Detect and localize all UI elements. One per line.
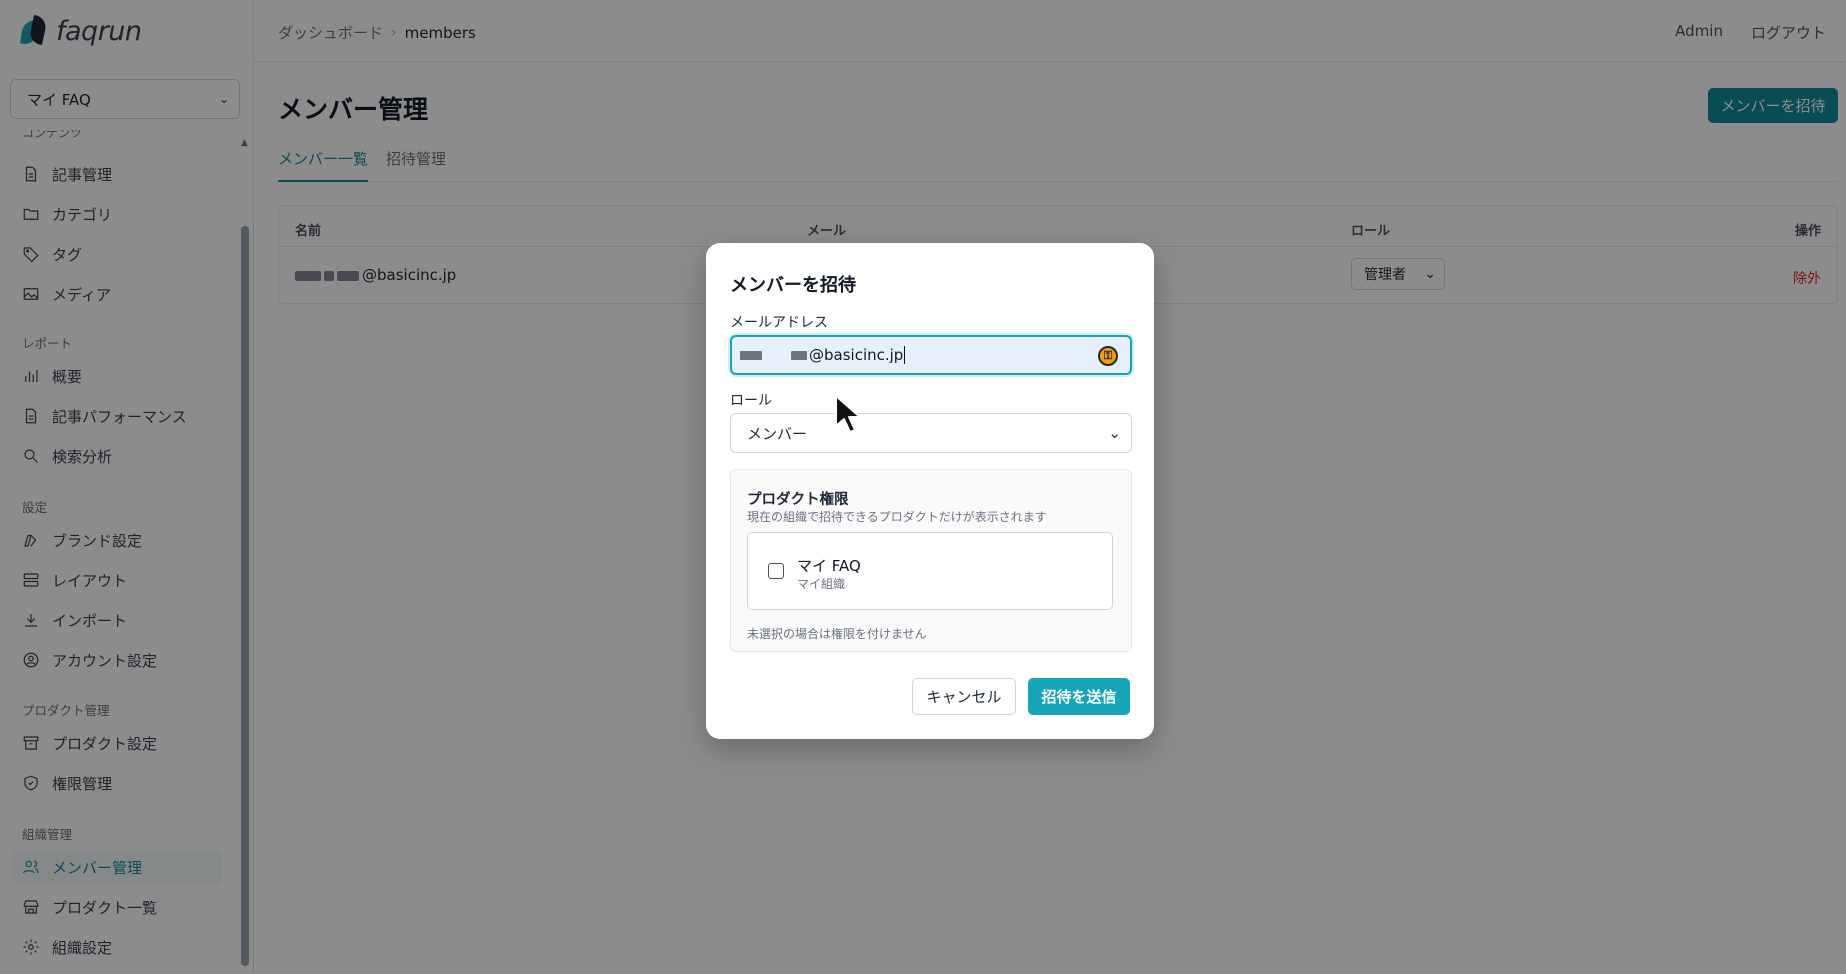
role-label: ロール <box>730 393 772 409</box>
product-permissions-title: プロダクト権限 <box>747 492 849 508</box>
email-input-value: @basicinc.jp <box>809 345 904 364</box>
chevron-down-icon: ⌄ <box>1108 424 1121 442</box>
product-permissions-panel: プロダクト権限 現在の組織で招待できるプロダクトだけが表示されます マイ FAQ… <box>730 469 1132 652</box>
product-permission-list: マイ FAQ マイ組織 <box>747 532 1113 610</box>
invite-member-modal: メンバーを招待 メールアドレス @basicinc.jp ⚿ ロール メンバー … <box>706 243 1154 739</box>
modal-title: メンバーを招待 <box>730 275 856 296</box>
product-org: マイ組織 <box>797 577 846 591</box>
role-select-value: メンバー <box>747 424 808 443</box>
password-manager-icon[interactable]: ⚿ <box>1098 346 1118 366</box>
product-checkbox[interactable] <box>768 563 784 579</box>
mouse-cursor-icon <box>835 395 861 433</box>
product-permissions-note: 未選択の場合は権限を付けません <box>747 627 927 641</box>
send-invite-button[interactable]: 招待を送信 <box>1028 678 1130 715</box>
email-label: メールアドレス <box>730 315 828 331</box>
cancel-button[interactable]: キャンセル <box>912 678 1016 715</box>
product-name[interactable]: マイ FAQ <box>797 555 861 576</box>
product-permissions-description: 現在の組織で招待できるプロダクトだけが表示されます <box>747 510 1047 524</box>
role-select[interactable]: メンバー ⌄ <box>730 413 1132 453</box>
email-input[interactable]: @basicinc.jp ⚿ <box>730 335 1132 375</box>
